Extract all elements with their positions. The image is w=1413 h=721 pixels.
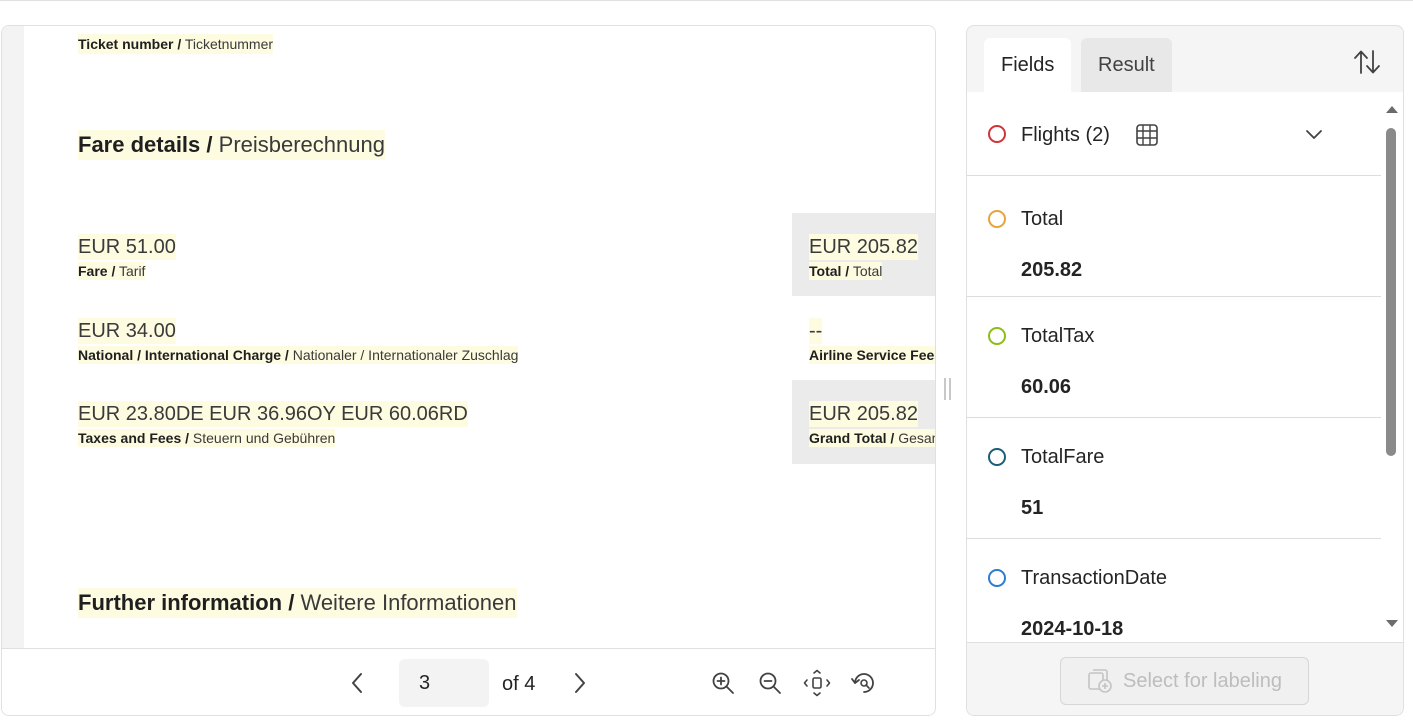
charge-amount: EUR 34.00 bbox=[78, 318, 176, 344]
status-circle-icon bbox=[988, 210, 1006, 228]
fit-page-button[interactable] bbox=[802, 668, 832, 698]
field-value: 2024-10-18 bbox=[1021, 618, 1124, 640]
zoom-out-icon bbox=[759, 672, 781, 694]
pane-splitter[interactable] bbox=[944, 378, 952, 402]
field-name: TotalTax bbox=[1021, 325, 1095, 347]
chevron-down-icon[interactable] bbox=[1304, 124, 1324, 149]
ticket-number-label: Ticket number / Ticketnummer bbox=[78, 34, 274, 54]
fields-list: Flights (2) Total 205.82 TotalTax 60.06 … bbox=[967, 92, 1381, 642]
fare-label: Fare / Tarif bbox=[78, 262, 146, 280]
field-value: 205.82 bbox=[1021, 259, 1083, 281]
fit-page-icon bbox=[803, 669, 831, 697]
grand-total-label: Grand Total / Gesamt bbox=[809, 429, 935, 447]
field-totaltax[interactable]: TotalTax 60.06 bbox=[967, 297, 1381, 418]
chevron-left-icon bbox=[352, 673, 362, 693]
field-value: 60.06 bbox=[1021, 376, 1072, 398]
status-circle-icon bbox=[988, 125, 1006, 143]
sort-button[interactable] bbox=[1351, 46, 1383, 78]
zoom-in-button[interactable] bbox=[708, 668, 738, 698]
panel-tabs: Fields Result bbox=[967, 26, 1403, 92]
select-for-labeling-button[interactable]: Select for labeling bbox=[1060, 657, 1309, 705]
field-total[interactable]: Total 205.82 bbox=[967, 176, 1381, 297]
select-button-label: Select for labeling bbox=[1123, 669, 1282, 692]
scroll-up-icon[interactable] bbox=[1385, 104, 1399, 114]
status-circle-icon bbox=[988, 448, 1006, 466]
fare-amount: EUR 51.00 bbox=[78, 234, 176, 260]
rotate-button[interactable] bbox=[849, 668, 879, 698]
field-name: Flights (2) bbox=[1021, 124, 1110, 146]
rotate-icon bbox=[851, 673, 874, 693]
grand-total-amount: EUR 205.82 bbox=[809, 401, 918, 427]
field-name: TransactionDate bbox=[1021, 567, 1167, 589]
field-transactiondate[interactable]: TransactionDate 2024-10-18 bbox=[967, 539, 1381, 642]
fields-scrollbar[interactable] bbox=[1381, 92, 1403, 642]
zoom-out-button[interactable] bbox=[755, 668, 785, 698]
table-icon[interactable] bbox=[1135, 123, 1159, 152]
fields-panel: Fields Result Flights (2) Total 205.82 T… bbox=[966, 25, 1404, 716]
tab-fields[interactable]: Fields bbox=[984, 38, 1072, 92]
viewer-toolbar: of 4 bbox=[2, 648, 935, 715]
field-name: Total bbox=[1021, 208, 1064, 230]
field-name: TotalFare bbox=[1021, 446, 1105, 468]
total-label: Total / Total bbox=[809, 262, 883, 280]
total-amount: EUR 205.82 bbox=[809, 234, 918, 260]
tab-result[interactable]: Result bbox=[1081, 38, 1172, 92]
further-info-heading: Further information / Weitere Informatio… bbox=[78, 588, 517, 618]
scroll-thumb[interactable] bbox=[1386, 128, 1396, 456]
panel-footer: Select for labeling bbox=[967, 642, 1403, 715]
service-fee-amount: -- bbox=[809, 318, 823, 344]
zoom-in-icon bbox=[712, 672, 734, 694]
page-gutter bbox=[2, 26, 24, 648]
status-circle-icon bbox=[988, 327, 1006, 345]
scroll-down-icon[interactable] bbox=[1385, 619, 1399, 629]
previous-page-button[interactable] bbox=[342, 668, 372, 698]
field-value: 51 bbox=[1021, 497, 1044, 519]
charge-label: National / International Charge / Nation… bbox=[78, 346, 519, 364]
next-page-button[interactable] bbox=[565, 668, 595, 698]
field-flights[interactable]: Flights (2) bbox=[967, 92, 1381, 176]
chevron-right-icon bbox=[575, 673, 585, 693]
top-divider bbox=[0, 0, 1413, 1]
page-count-label: of 4 bbox=[502, 673, 536, 695]
field-totalfare[interactable]: TotalFare 51 bbox=[967, 418, 1381, 539]
sort-arrows-icon bbox=[1354, 50, 1380, 74]
select-label-icon bbox=[1088, 669, 1112, 693]
taxes-label: Taxes and Fees / Steuern und Gebühren bbox=[78, 429, 336, 447]
taxes-amount: EUR 23.80DE EUR 36.96OY EUR 60.06RD bbox=[78, 401, 468, 427]
document-viewer: Ticket number / Ticketnummer Fare detail… bbox=[1, 25, 936, 716]
status-circle-icon bbox=[988, 569, 1006, 587]
fare-details-heading: Fare details / Preisberechnung bbox=[78, 130, 385, 160]
page-number-input[interactable] bbox=[399, 659, 489, 707]
document-page[interactable]: Ticket number / Ticketnummer Fare detail… bbox=[2, 26, 935, 648]
service-fee-label: Airline Service Fees bbox=[809, 346, 935, 364]
